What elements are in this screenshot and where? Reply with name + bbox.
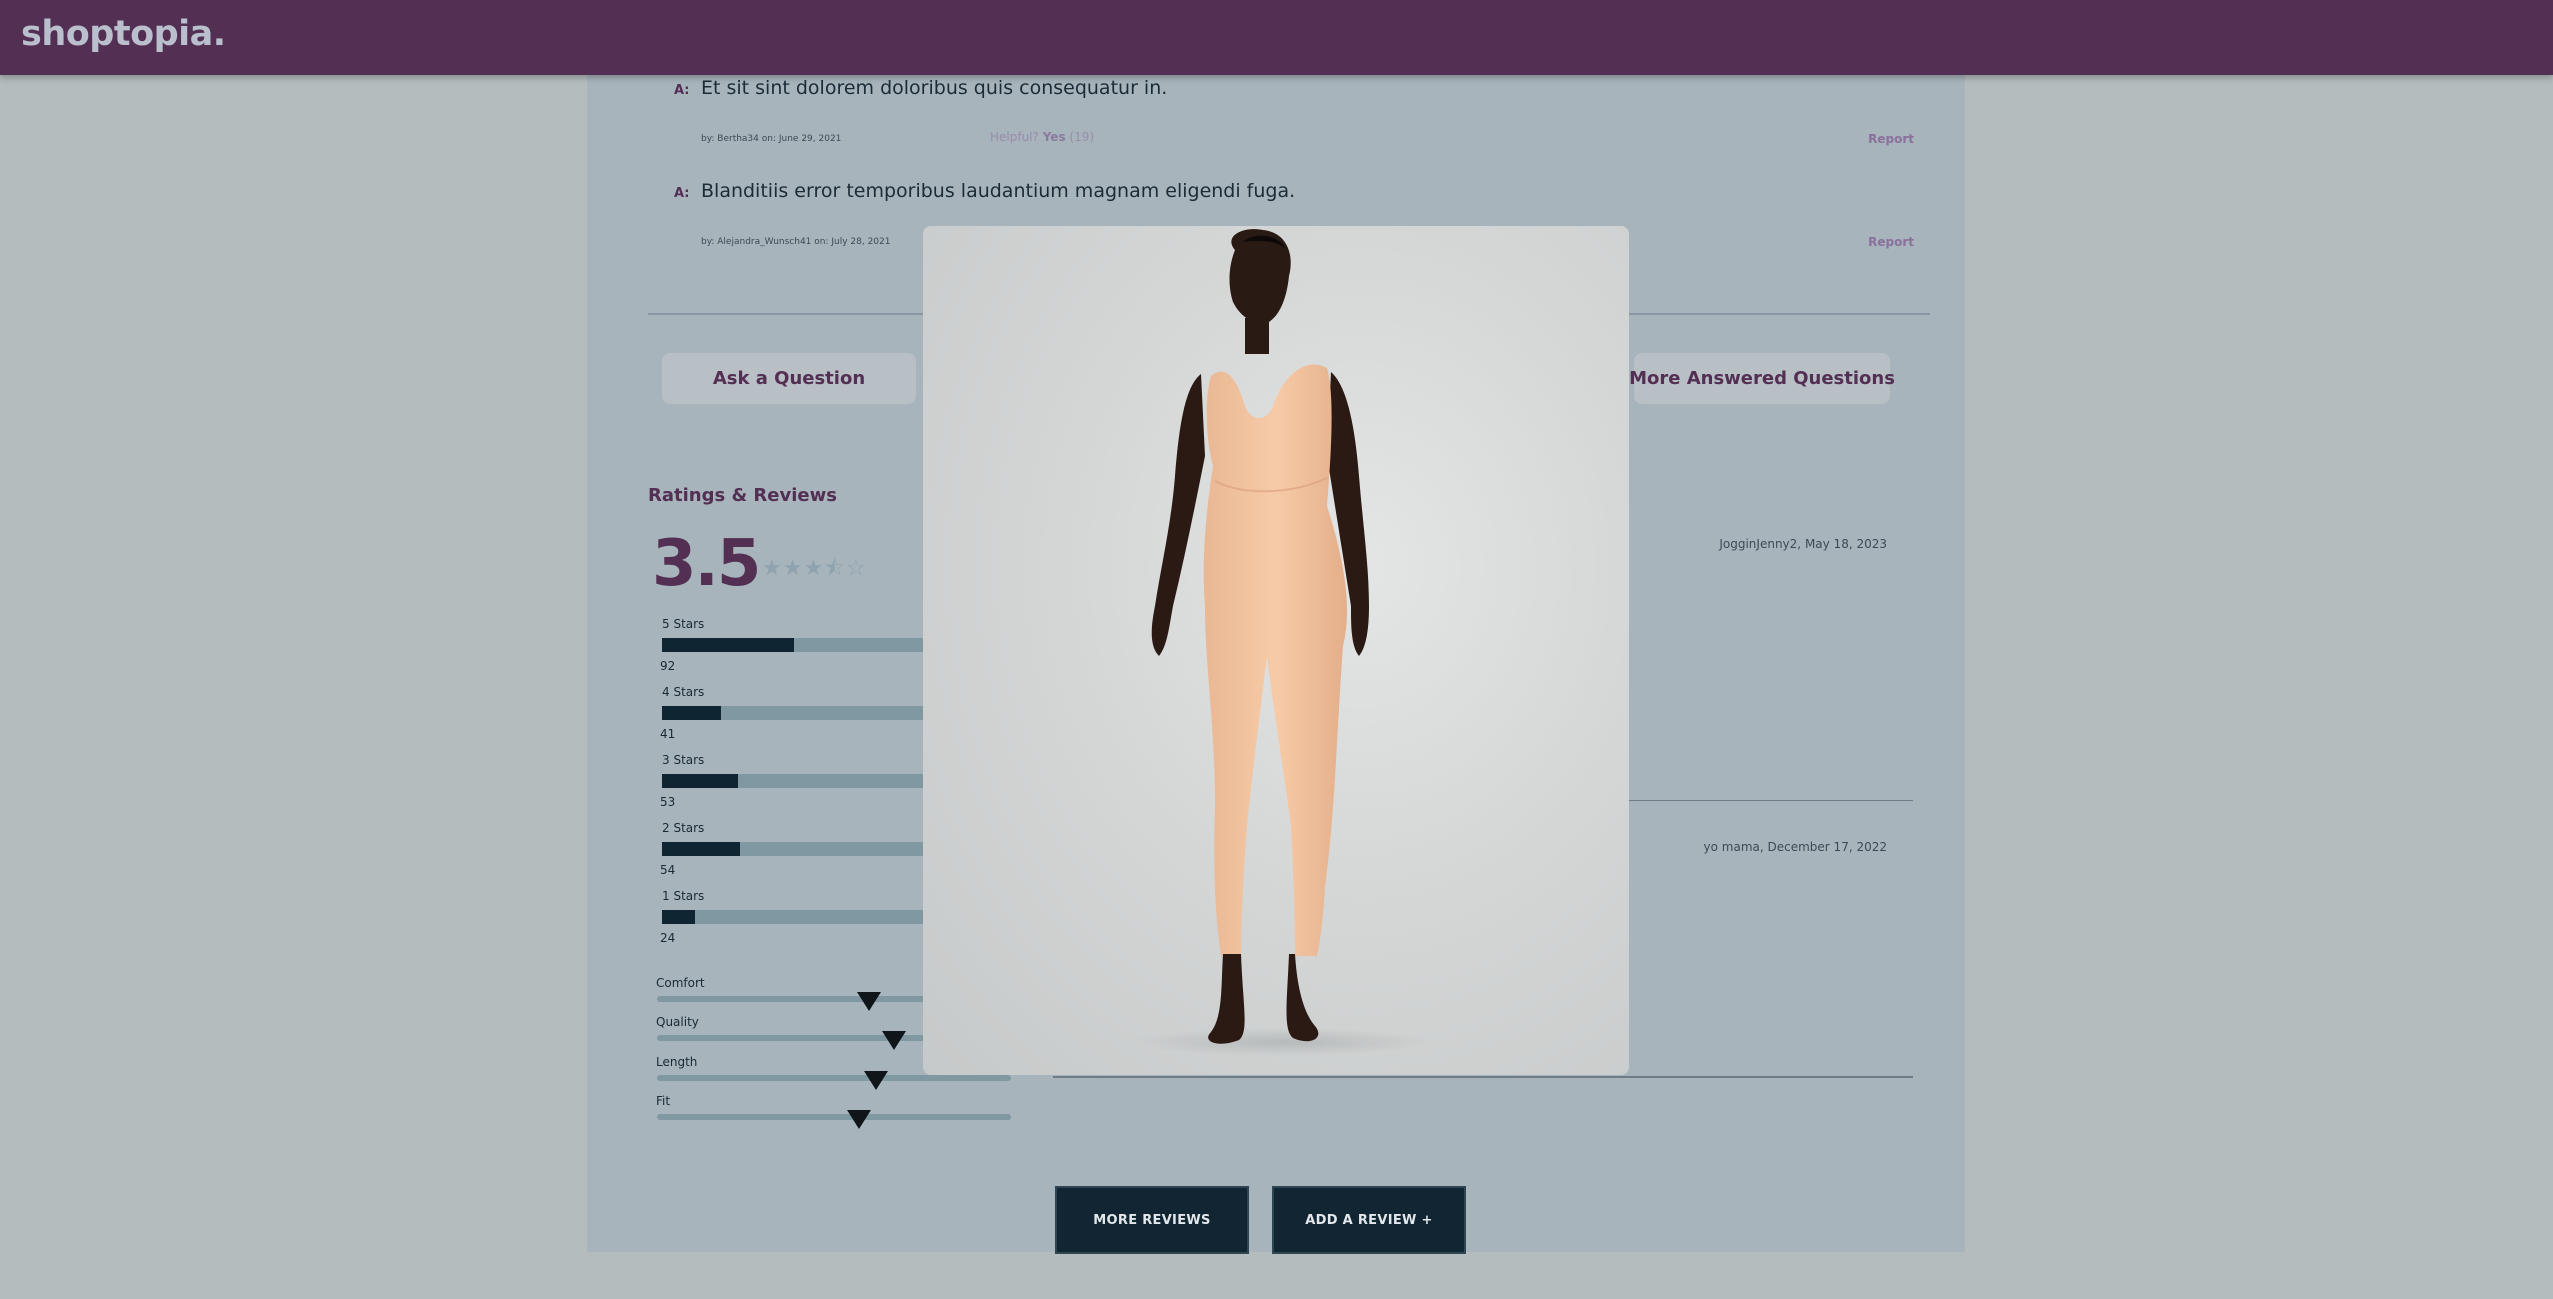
- rating-bar-count: 53: [660, 795, 676, 809]
- review-date: May 18, 2023: [1804, 537, 1887, 551]
- answer-meta: by: Bertha34 on: June 29, 2021: [701, 134, 842, 144]
- average-rating: 3.5: [652, 527, 761, 601]
- helpful-label: Helpful?: [990, 130, 1039, 144]
- rating-bar-fill: [662, 706, 722, 720]
- report-link[interactable]: Report: [1868, 132, 1914, 146]
- review-author: JogginJenny2,: [1719, 537, 1802, 551]
- site-logo[interactable]: shoptopia.: [21, 14, 226, 54]
- answer-meta: by: Alejandra_Wunsch41 on: July 28, 2021: [701, 237, 891, 247]
- rating-bar-fill: [662, 842, 740, 856]
- review-date: December 17, 2022: [1767, 840, 1887, 854]
- review-divider: [1627, 800, 1913, 801]
- characteristic-track: [657, 1114, 1011, 1120]
- report-link[interactable]: Report: [1868, 235, 1914, 249]
- characteristic-marker-icon: [857, 992, 882, 1011]
- add-review-button[interactable]: ADD A REVIEW +: [1274, 1188, 1464, 1252]
- answer-tag: A:: [674, 83, 690, 98]
- characteristic-track: [657, 1075, 1011, 1081]
- rating-bar-label[interactable]: 5 Stars: [662, 617, 704, 631]
- characteristic-marker-icon: [846, 1110, 871, 1129]
- rating-bar-label[interactable]: 2 Stars: [662, 821, 704, 835]
- more-answered-questions-button[interactable]: More Answered Questions: [1629, 353, 1895, 404]
- rating-bar-fill: [662, 774, 738, 788]
- helpful-count: (19): [1069, 130, 1095, 144]
- characteristic-marker-icon: [882, 1031, 907, 1050]
- ratings-reviews-title: Ratings & Reviews: [648, 485, 837, 506]
- answer-body: Et sit sint dolorem doloribus quis conse…: [701, 77, 1168, 99]
- characteristic-label: Comfort: [656, 976, 705, 990]
- answer-body: Blanditiis error temporibus laudantium m…: [701, 180, 1296, 202]
- average-stars-icon: ★★★⯪☆: [762, 556, 867, 581]
- product-photo: [1133, 229, 1433, 1056]
- more-reviews-button[interactable]: MORE REVIEWS: [1057, 1188, 1247, 1252]
- rating-bar-fill: [662, 910, 695, 924]
- rating-bar-count: 24: [660, 931, 676, 945]
- rating-bar-fill: [662, 638, 794, 652]
- characteristic-label: Quality: [656, 1015, 699, 1029]
- review-author-line: JogginJenny2, May 18, 2023: [1719, 537, 1887, 551]
- rating-bar-count: 92: [660, 659, 676, 673]
- review-author: yo mama,: [1703, 840, 1764, 854]
- rating-bar-label[interactable]: 4 Stars: [662, 685, 704, 699]
- ask-question-button[interactable]: Ask a Question: [662, 353, 916, 404]
- helpful-prompt: Helpful? Yes (19): [990, 130, 1094, 144]
- rating-bar-count: 41: [660, 727, 676, 741]
- answer-tag: A:: [674, 186, 690, 201]
- photo-modal[interactable]: [923, 226, 1629, 1075]
- review-author-line: yo mama, December 17, 2022: [1704, 840, 1887, 854]
- review-list-divider: [1053, 1076, 1913, 1078]
- rating-bar-count: 54: [660, 863, 676, 877]
- characteristic-label: Fit: [656, 1094, 671, 1108]
- rating-bar-label[interactable]: 1 Stars: [662, 889, 704, 903]
- rating-bar-label[interactable]: 3 Stars: [662, 753, 704, 767]
- characteristic-marker-icon: [864, 1071, 889, 1090]
- helpful-yes-link[interactable]: Yes: [1043, 130, 1066, 144]
- characteristic-label: Length: [656, 1055, 698, 1069]
- top-nav-bar: shoptopia.: [0, 0, 2553, 75]
